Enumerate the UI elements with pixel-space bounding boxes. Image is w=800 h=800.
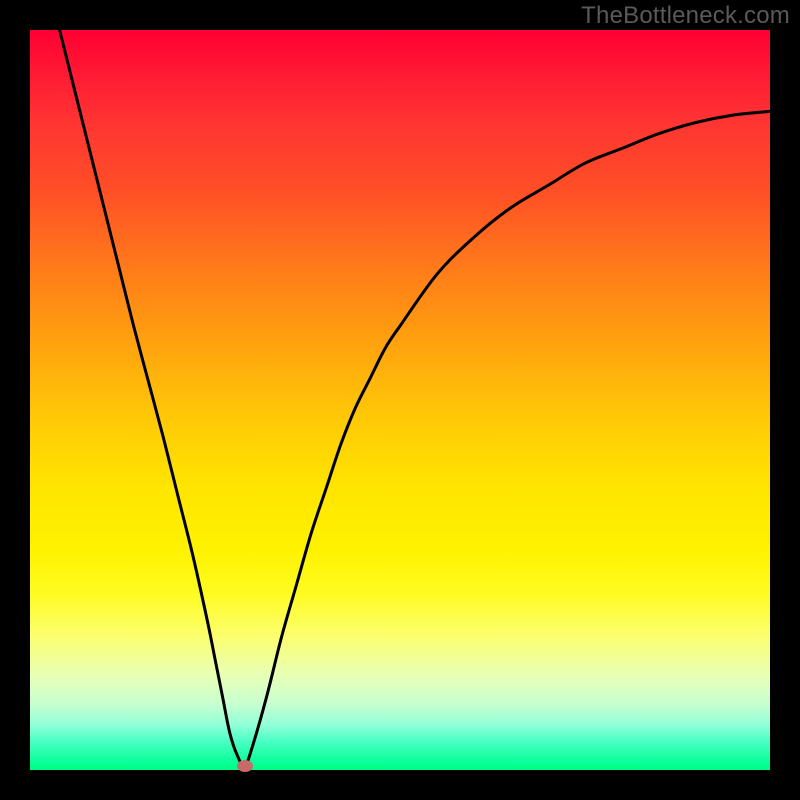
chart-frame: TheBottleneck.com [0,0,800,800]
plot-area [30,30,770,770]
watermark-text: TheBottleneck.com [581,2,790,30]
bottleneck-marker [237,760,253,772]
bottleneck-curve [60,30,770,766]
curve-svg [30,30,770,770]
